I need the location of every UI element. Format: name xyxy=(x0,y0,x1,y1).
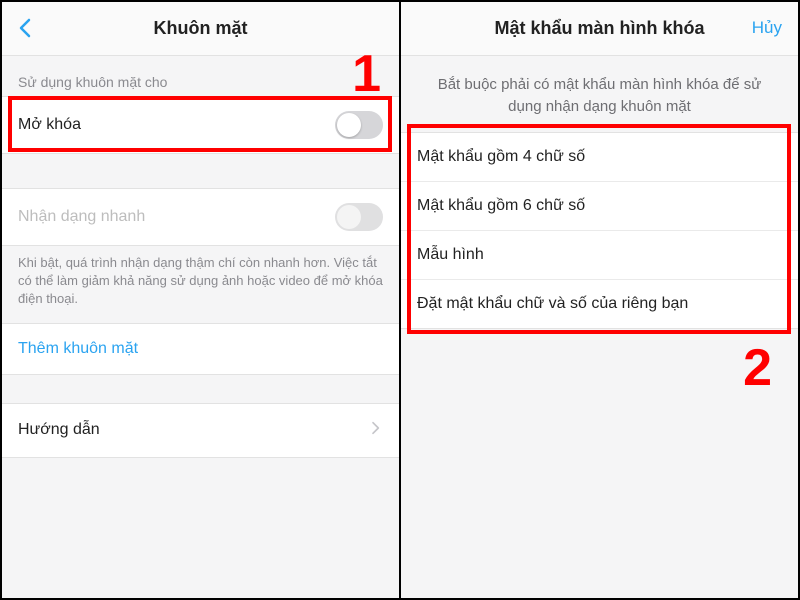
toggle-unlock[interactable] xyxy=(335,111,383,139)
annotation-number-2: 2 xyxy=(743,338,772,398)
row-add-face[interactable]: Thêm khuôn mặt xyxy=(2,323,399,375)
guide-label: Hướng dẫn xyxy=(18,421,100,439)
row-guide[interactable]: Hướng dẫn xyxy=(2,403,399,458)
page-title-right: Mật khẩu màn hình khóa xyxy=(494,18,704,39)
password-options-list: Mật khẩu gồm 4 chữ số Mật khẩu gồm 6 chữ… xyxy=(401,132,798,329)
section-label-use-face-for: Sử dụng khuôn mặt cho xyxy=(2,56,399,96)
option-pattern-label: Mẫu hình xyxy=(417,246,484,263)
option-6-digit-label: Mật khẩu gồm 6 chữ số xyxy=(417,197,585,214)
pane-lockscreen-password: Mật khẩu màn hình khóa Hủy Bắt buộc phải… xyxy=(401,2,798,598)
option-4-digit-label: Mật khẩu gồm 4 chữ số xyxy=(417,148,585,165)
header-left: Khuôn mặt xyxy=(2,2,399,56)
instruction-text: Bắt buộc phải có mật khẩu màn hình khóa … xyxy=(401,56,798,132)
row-unlock[interactable]: Mở khóa xyxy=(2,96,399,154)
option-custom-label: Đặt mật khẩu chữ và số của riêng bạn xyxy=(417,295,688,312)
chevron-right-icon xyxy=(367,420,383,441)
pane-face-settings: Khuôn mặt Sử dụng khuôn mặt cho Mở khóa … xyxy=(2,2,401,598)
option-4-digit[interactable]: Mật khẩu gồm 4 chữ số xyxy=(401,133,798,182)
toggle-fast-recognition xyxy=(335,203,383,231)
row-fast-recognition-label: Nhận dạng nhanh xyxy=(18,208,335,226)
chevron-left-icon xyxy=(14,16,38,40)
option-pattern[interactable]: Mẫu hình xyxy=(401,231,798,280)
fast-recognition-hint: Khi bật, quá trình nhận dạng thậm chí cò… xyxy=(2,246,399,323)
row-fast-recognition: Nhận dạng nhanh xyxy=(2,188,399,246)
page-title-left: Khuôn mặt xyxy=(154,18,248,39)
row-unlock-label: Mở khóa xyxy=(18,116,335,134)
add-face-label: Thêm khuôn mặt xyxy=(18,340,138,357)
header-right: Mật khẩu màn hình khóa Hủy xyxy=(401,2,798,56)
option-6-digit[interactable]: Mật khẩu gồm 6 chữ số xyxy=(401,182,798,231)
back-button[interactable] xyxy=(14,16,38,40)
cancel-button[interactable]: Hủy xyxy=(752,18,782,38)
spacer xyxy=(2,154,399,188)
spacer xyxy=(2,375,399,403)
option-custom-alphanumeric[interactable]: Đặt mật khẩu chữ và số của riêng bạn xyxy=(401,280,798,329)
dual-screenshot-container: Khuôn mặt Sử dụng khuôn mặt cho Mở khóa … xyxy=(0,0,800,600)
